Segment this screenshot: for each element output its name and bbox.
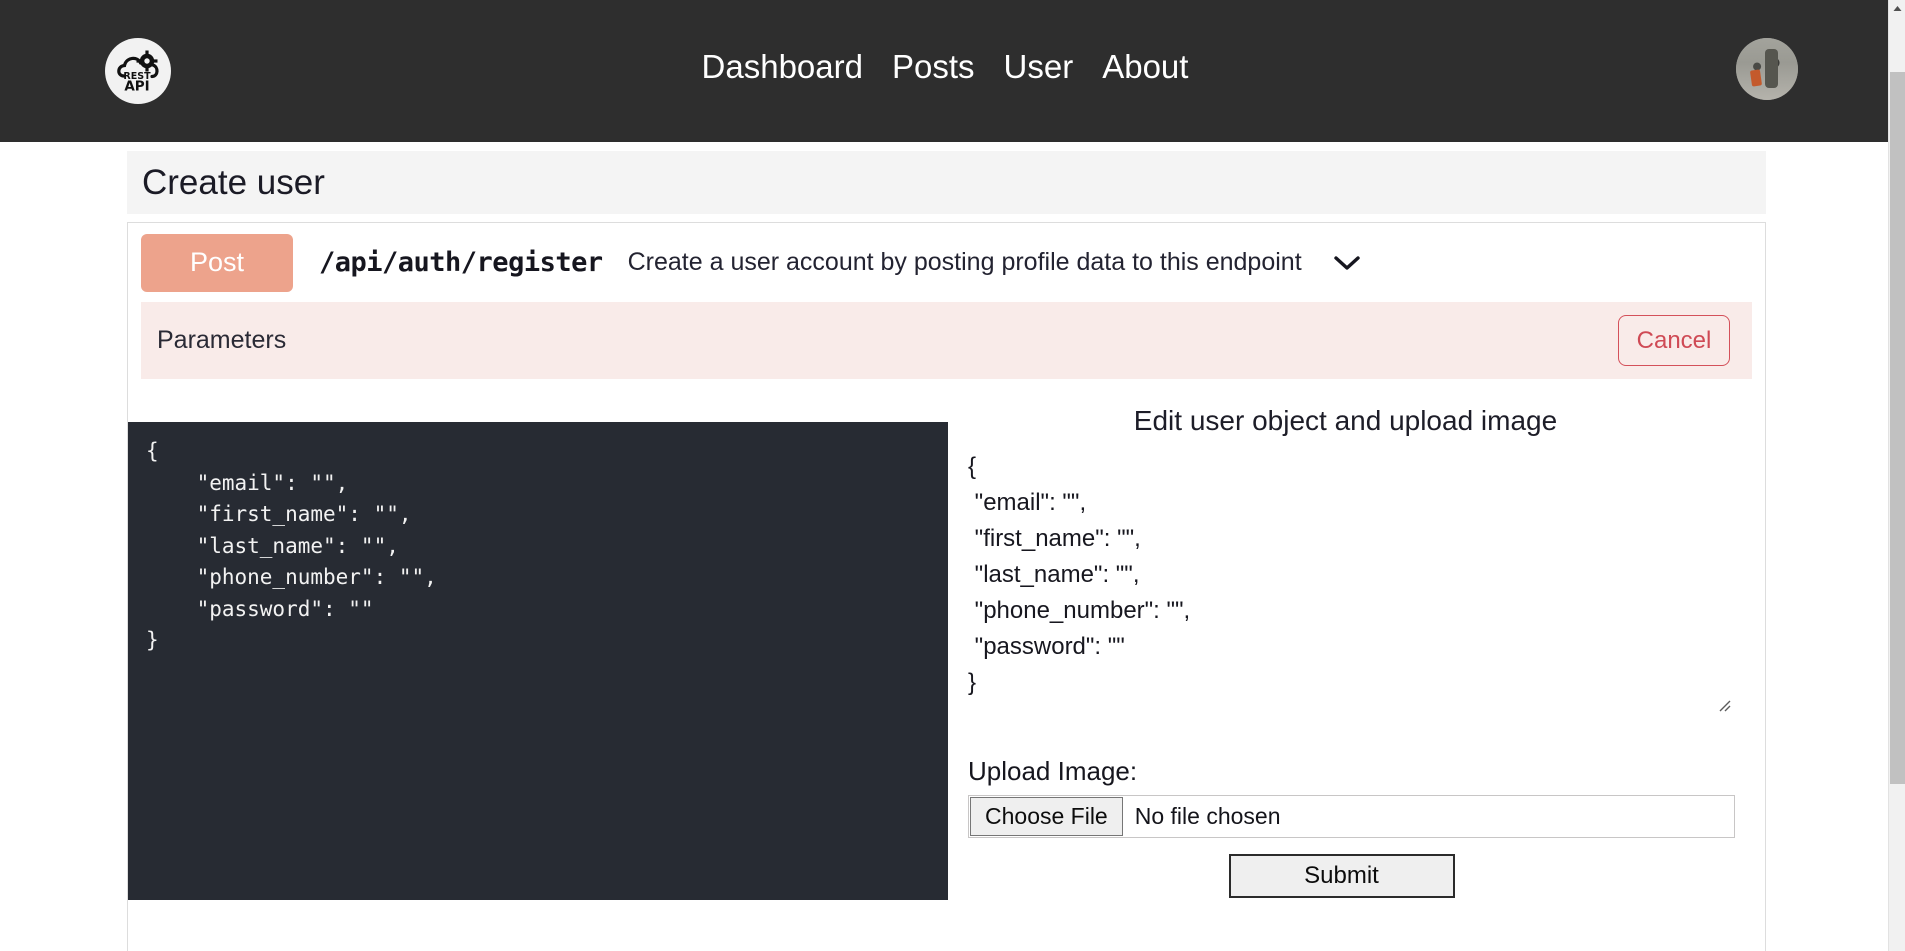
nav-link-about[interactable]: About [1102,45,1188,89]
submit-row: Submit [964,854,1735,898]
file-status-text: No file chosen [1134,803,1281,829]
primary-nav: Dashboard Posts User About [0,45,1890,89]
user-avatar[interactable] [1736,38,1798,100]
endpoint-body: { "email": "", "first_name": "", "last_n… [128,401,1765,921]
cancel-button[interactable]: Cancel [1618,315,1730,366]
request-body-code-block: { "email": "", "first_name": "", "last_n… [128,422,948,900]
edit-user-form: Edit user object and upload image Upload… [948,401,1765,921]
parameters-label: Parameters [157,326,287,354]
endpoint-description: Create a user account by posting profile… [627,248,1302,276]
nav-link-dashboard[interactable]: Dashboard [702,45,863,89]
endpoint-card: Post /api/auth/register Create a user ac… [127,222,1766,951]
choose-file-button[interactable]: Choose File [970,797,1123,836]
user-object-json-textarea[interactable] [964,449,1735,741]
nav-link-posts[interactable]: Posts [892,45,975,89]
scroll-up-arrow-icon[interactable] [1889,0,1905,17]
chevron-down-icon[interactable] [1332,253,1362,273]
file-input[interactable]: Choose File No file chosen [968,795,1735,838]
endpoint-row: Post /api/auth/register Create a user ac… [128,223,1765,302]
page-header: Create user [127,151,1766,214]
endpoint-path: /api/auth/register [319,247,603,278]
scrollbar-thumb[interactable] [1890,72,1905,784]
form-title: Edit user object and upload image [1133,405,1558,436]
submit-button[interactable]: Submit [1228,854,1455,898]
nav-link-user[interactable]: User [1004,45,1074,89]
top-navbar: REST API Dashboard Posts User About [0,0,1890,142]
parameters-bar: Parameters Cancel [141,302,1752,379]
page-scrollbar[interactable] [1888,0,1905,951]
http-method-post-button[interactable]: Post [141,233,293,292]
user-avatar-photo-icon [1736,38,1798,100]
upload-image-label: Upload Image: [968,756,1138,786]
page-title: Create user [142,162,325,202]
